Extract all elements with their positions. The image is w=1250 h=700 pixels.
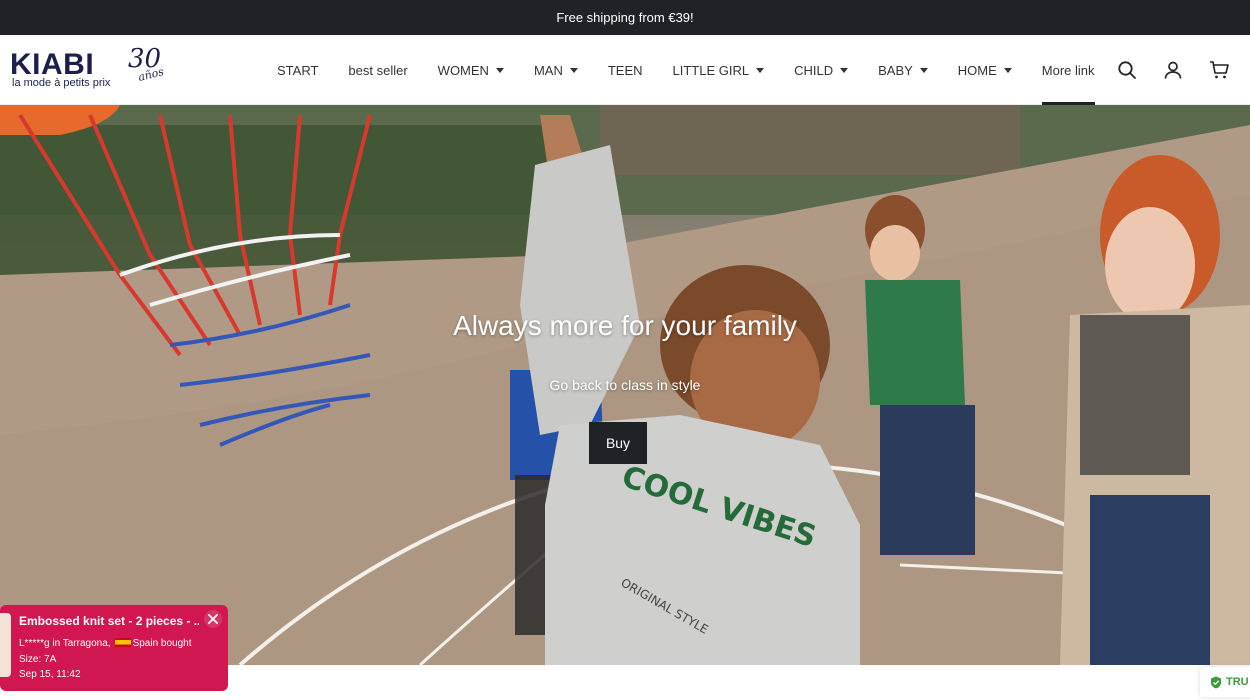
logo-brand: KIABI: [10, 48, 95, 81]
site-header: KIABI la mode à petits prix 30 años STAR…: [0, 35, 1250, 105]
chevron-down-icon: [840, 67, 849, 73]
cart-icon: [1210, 61, 1229, 79]
buy-button[interactable]: Buy: [589, 422, 647, 464]
logo-tagline: la mode à petits prix: [12, 77, 111, 89]
hero-title: Always more for your family: [453, 310, 797, 341]
nav-item-home[interactable]: HOME: [943, 35, 1027, 105]
nav-item-women[interactable]: WOMEN: [423, 35, 519, 105]
kiabi-logo[interactable]: KIABI la mode à petits prix 30 años: [10, 46, 175, 92]
spain-flag-icon: [114, 638, 131, 647]
account-button[interactable]: [1150, 47, 1196, 93]
nav-item-man[interactable]: MAN: [519, 35, 593, 105]
chevron-down-icon: [495, 67, 504, 73]
chevron-down-icon: [756, 67, 765, 73]
nav-item-best-seller[interactable]: best seller: [333, 35, 422, 105]
search-button[interactable]: [1104, 47, 1150, 93]
notification-buyer: L*****g in Tarragona, Spain bought: [19, 638, 192, 649]
notification-title: Embossed knit set - 2 pieces - ...: [19, 614, 199, 628]
trust-badge-text: TRU: [1226, 676, 1249, 688]
announcement-text: Free shipping from €39!: [556, 10, 694, 25]
header-actions: [1104, 35, 1242, 105]
nav-item-start[interactable]: START: [262, 35, 333, 105]
chevron-down-icon: [1003, 67, 1012, 73]
nav-item-more-link[interactable]: More link: [1027, 35, 1110, 105]
nav-item-child[interactable]: CHILD: [779, 35, 863, 105]
purchase-notification[interactable]: Embossed knit set - 2 pieces - ... L****…: [0, 605, 228, 691]
chevron-down-icon: [919, 67, 928, 73]
cart-button[interactable]: [1196, 47, 1242, 93]
trust-badge[interactable]: TRU: [1200, 667, 1250, 697]
nav-item-little-girl[interactable]: LITTLE GIRL: [658, 35, 780, 105]
shield-check-icon: [1211, 676, 1221, 688]
close-icon: [208, 614, 218, 624]
announcement-bar: Free shipping from €39!: [0, 0, 1250, 35]
hero-subtitle: Go back to class in style: [549, 377, 701, 393]
account-icon: [1164, 61, 1182, 79]
notification-size: Size: 7A: [19, 654, 57, 665]
chevron-down-icon: [569, 67, 578, 73]
main-nav: START best seller WOMEN MAN TEEN LITTLE …: [262, 35, 1110, 105]
nav-item-teen[interactable]: TEEN: [593, 35, 658, 105]
product-thumbnail: [0, 613, 11, 677]
notification-date: Sep 15, 11:42: [19, 669, 81, 680]
nav-item-baby[interactable]: BABY: [863, 35, 943, 105]
hero-banner[interactable]: COOL VIBES ORIGINAL STYLE Always more fo…: [0, 105, 1250, 665]
search-icon: [1118, 61, 1136, 79]
close-button[interactable]: [204, 610, 222, 628]
